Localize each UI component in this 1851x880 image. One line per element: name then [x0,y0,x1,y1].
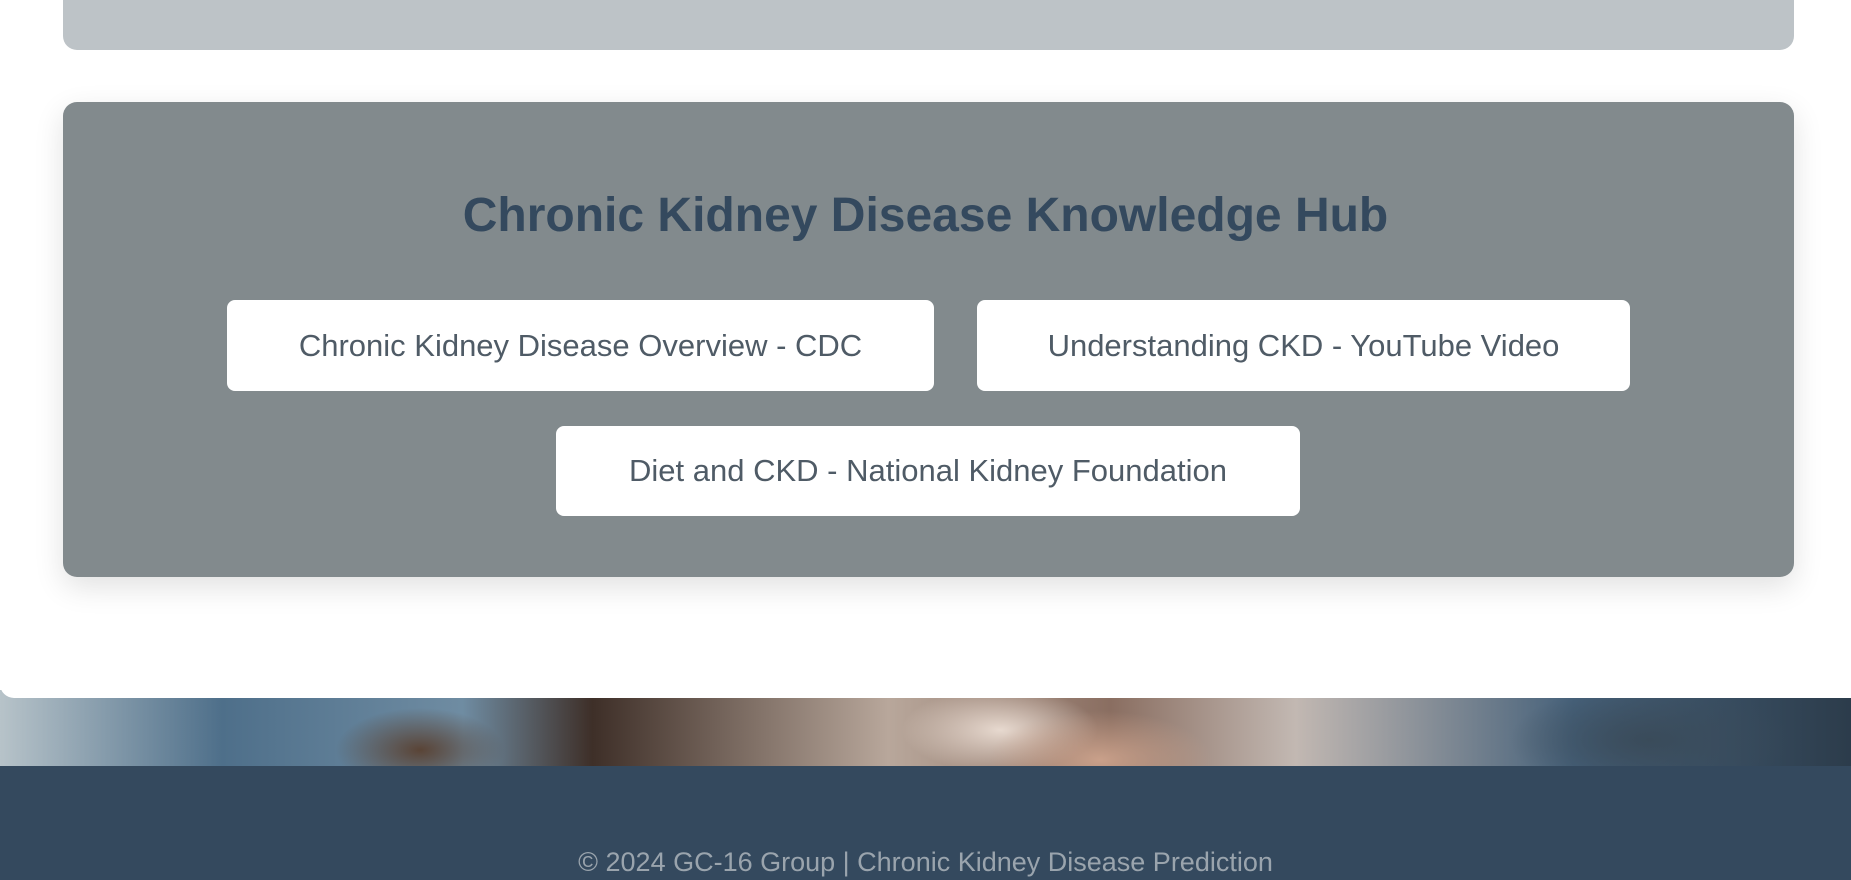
youtube-video-link-button[interactable]: Understanding CKD - YouTube Video [977,300,1630,391]
previous-section-card [63,0,1794,50]
knowledge-hub-title: Chronic Kidney Disease Knowledge Hub [462,189,1389,242]
footer-copyright: © 2024 GC-16 Group | Chronic Kidney Dise… [578,847,1273,877]
nkf-diet-link-button[interactable]: Diet and CKD - National Kidney Foundatio… [556,426,1300,516]
background-photo [0,690,1851,768]
cdc-overview-link-button[interactable]: Chronic Kidney Disease Overview - CDC [227,300,934,391]
